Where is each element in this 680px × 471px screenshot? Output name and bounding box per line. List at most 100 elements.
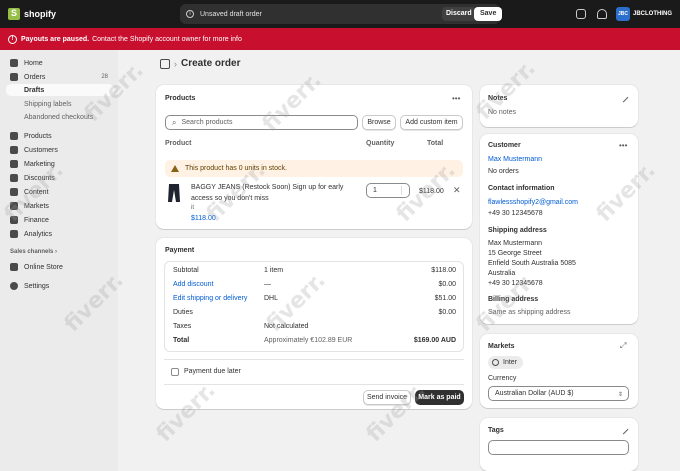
jeans-thumbnail xyxy=(168,184,180,202)
shipping-detail: DHL xyxy=(264,295,279,302)
billing-address-title: Billing address xyxy=(488,296,539,303)
content-icon xyxy=(10,188,18,196)
stock-warning: This product has 0 units in stock. xyxy=(165,160,463,177)
product-price-link[interactable]: $118.00 xyxy=(191,215,216,222)
search-products-input[interactable]: ⌕ Search products xyxy=(165,115,358,130)
col-product: Product xyxy=(165,140,192,147)
customer-more-icon[interactable]: ••• xyxy=(619,141,627,150)
remove-item-icon[interactable]: ✕ xyxy=(453,185,461,196)
tags-input[interactable] xyxy=(488,440,629,455)
products-title: Products xyxy=(165,95,196,102)
breadcrumb-separator: › xyxy=(174,58,177,69)
stock-warning-text: This product has 0 units in stock. xyxy=(185,165,287,172)
customer-title: Customer xyxy=(488,142,521,149)
duties-value: $0.00 xyxy=(438,309,456,316)
unsaved-changes-bar: i Unsaved draft order Discard Save xyxy=(180,4,503,24)
customers-icon xyxy=(10,146,18,154)
sidebar-item-finance[interactable]: Finance xyxy=(6,214,114,226)
discard-button[interactable]: Discard xyxy=(442,7,476,21)
sidebar-item-label: Orders xyxy=(24,73,46,81)
discounts-icon xyxy=(10,174,18,182)
payment-title: Payment xyxy=(165,247,195,254)
sidebar-item-settings[interactable]: Settings xyxy=(6,280,114,292)
customer-orders: No orders xyxy=(488,168,519,175)
sidebar-item-customers[interactable]: Customers xyxy=(6,144,114,156)
sidebar-item-label: Analytics xyxy=(24,230,53,238)
shipping-line: Max Mustermann xyxy=(488,240,543,247)
sidebar-item-label: Customers xyxy=(24,146,58,154)
shipping-line: 15 George Street xyxy=(488,250,542,257)
gear-icon xyxy=(10,282,18,290)
breadcrumb: › Create order xyxy=(160,58,240,69)
browse-button[interactable]: Browse xyxy=(362,115,396,130)
expand-icon[interactable]: ⤢ xyxy=(620,341,626,351)
sidebar-item-markets[interactable]: Markets xyxy=(6,200,114,212)
col-quantity: Quantity xyxy=(366,140,395,147)
payouts-paused-banner: ! Payouts are paused. Contact the Shopif… xyxy=(0,28,680,50)
currency-select[interactable]: Australian Dollar (AUD $) ⇕ xyxy=(488,386,629,401)
sidebar-item-online-store[interactable]: Online Store xyxy=(6,261,114,273)
add-custom-item-button[interactable]: Add custom item xyxy=(400,115,463,130)
mark-as-paid-button[interactable]: Mark as paid xyxy=(415,390,464,405)
quantity-input[interactable]: 1 xyxy=(366,183,410,198)
customer-name-link[interactable]: Max Mustermann xyxy=(488,156,542,163)
online-store-icon xyxy=(10,263,18,271)
sidebar-item-content[interactable]: Content xyxy=(6,186,114,198)
store-icon[interactable] xyxy=(576,9,586,19)
add-discount-link[interactable]: Add discount xyxy=(173,281,213,288)
col-total: Total xyxy=(427,140,444,147)
sidebar-item-label: Home xyxy=(24,59,43,67)
store-menu[interactable]: JBC JBCLOTHING xyxy=(616,7,672,21)
sidebar-item-label: Drafts xyxy=(24,86,45,94)
send-invoice-button[interactable]: Send invoice xyxy=(363,390,411,405)
sidebar-item-orders[interactable]: Orders 28 xyxy=(6,71,114,83)
billing-address-text: Same as shipping address xyxy=(488,309,571,316)
home-icon xyxy=(10,59,18,67)
sidebar-item-analytics[interactable]: Analytics xyxy=(6,228,114,240)
sidebar-item-label: Online Store xyxy=(24,263,63,271)
customer-email-link[interactable]: flawlessshopify2@gmail.com xyxy=(488,199,578,206)
currency-label: Currency xyxy=(488,375,517,382)
markets-title: Markets xyxy=(488,343,515,350)
sidebar-item-drafts[interactable]: Drafts xyxy=(6,84,114,96)
edit-shipping-link[interactable]: Edit shipping or delivery xyxy=(173,295,247,302)
sidebar-item-label: Finance xyxy=(24,216,49,224)
search-icon: ⌕ xyxy=(172,117,177,127)
sidebar-item-abandoned-checkouts[interactable]: Abandoned checkouts xyxy=(24,114,93,121)
payment-divider xyxy=(164,359,464,360)
warning-icon xyxy=(171,165,179,172)
shopify-logo[interactable]: shopify xyxy=(8,8,56,20)
discount-detail: — xyxy=(264,281,271,288)
markets-icon xyxy=(10,202,18,210)
finance-icon xyxy=(10,216,18,224)
notes-card xyxy=(480,85,638,127)
more-actions-icon[interactable]: ••• xyxy=(452,94,460,103)
payment-divider-2 xyxy=(164,384,464,385)
orders-breadcrumb-icon[interactable] xyxy=(160,58,170,69)
market-name: Inter xyxy=(503,359,518,366)
notes-text: No notes xyxy=(488,109,517,116)
total-detail: Approximately €102.89 EUR xyxy=(264,337,353,344)
duties-label: Duties xyxy=(173,309,193,316)
products-card xyxy=(156,85,472,229)
save-button[interactable]: Save xyxy=(474,7,503,21)
sidebar-item-home[interactable]: Home xyxy=(6,57,114,69)
sidebar-item-label: Discounts xyxy=(24,174,55,182)
sidebar-item-discounts[interactable]: Discounts xyxy=(6,172,114,184)
sidebar-item-shipping-labels[interactable]: Shipping labels xyxy=(24,101,71,108)
sidebar-item-marketing[interactable]: Marketing xyxy=(6,158,114,170)
subtotal-label: Subtotal xyxy=(173,267,199,274)
quantity-stepper[interactable] xyxy=(401,186,406,195)
shipping-line: Enfield South Australia 5085 xyxy=(488,260,576,267)
bell-icon[interactable] xyxy=(597,9,607,19)
alert-icon: ! xyxy=(8,34,17,44)
products-icon xyxy=(10,132,18,140)
product-name-line2: access so you don't miss xyxy=(191,195,269,202)
sidebar-item-products[interactable]: Products xyxy=(6,130,114,142)
sales-channels-heading[interactable]: Sales channels › xyxy=(10,249,57,255)
brand-name: shopify xyxy=(24,9,57,19)
payment-due-later-checkbox[interactable] xyxy=(171,368,179,376)
total-label: Total xyxy=(173,337,190,344)
sidebar-item-label: Markets xyxy=(24,202,49,210)
shipping-address-title: Shipping address xyxy=(488,227,547,234)
